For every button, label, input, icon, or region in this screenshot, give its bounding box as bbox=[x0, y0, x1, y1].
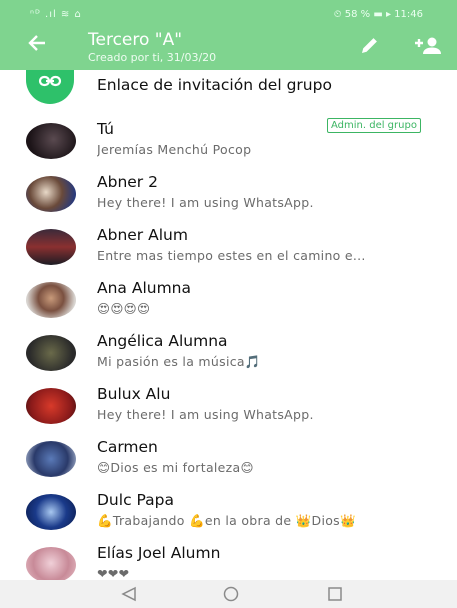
add-person-icon[interactable] bbox=[412, 34, 444, 58]
pencil-icon[interactable] bbox=[358, 34, 382, 58]
avatar bbox=[26, 494, 76, 530]
participant-row[interactable]: Elías Joel Alumn ❤❤❤ bbox=[0, 540, 457, 580]
system-navigation-bar bbox=[0, 580, 457, 608]
participant-status: Hey there! I am using WhatsApp. bbox=[97, 195, 314, 210]
participant-row[interactable]: Ana Alumna 😍😍😍😍 bbox=[0, 275, 457, 328]
avatar bbox=[26, 282, 76, 318]
app-bar: Tercero "A" Creado por ti, 31/03/20 bbox=[0, 28, 457, 70]
avatar bbox=[26, 441, 76, 477]
participant-status: Mi pasión es la música🎵 bbox=[97, 354, 261, 369]
participant-name: Elías Joel Alumn bbox=[97, 544, 221, 562]
circle-home-icon[interactable] bbox=[222, 586, 240, 602]
invite-link-row[interactable]: Enlace de invitación del grupo bbox=[0, 70, 457, 106]
participant-status: Hey there! I am using WhatsApp. bbox=[97, 407, 314, 422]
participant-row[interactable]: Abner Alum Entre mas tiempo estes en el … bbox=[0, 222, 457, 275]
participant-row[interactable]: Tú Admin. del grupo Jeremías Menchú Poco… bbox=[0, 116, 457, 169]
participant-row[interactable]: Bulux Alu Hey there! I am using WhatsApp… bbox=[0, 381, 457, 434]
participant-name: Tú bbox=[97, 120, 114, 138]
invite-link-label: Enlace de invitación del grupo bbox=[97, 76, 332, 94]
admin-badge: Admin. del grupo bbox=[327, 118, 421, 133]
participant-name: Abner 2 bbox=[97, 173, 158, 191]
triangle-back-icon[interactable] bbox=[120, 586, 138, 602]
participant-status: ❤❤❤ bbox=[97, 566, 130, 580]
avatar bbox=[26, 176, 76, 212]
avatar bbox=[26, 335, 76, 371]
participant-name: Angélica Alumna bbox=[97, 332, 228, 350]
participant-name: Abner Alum bbox=[97, 226, 188, 244]
avatar bbox=[26, 123, 76, 159]
avatar bbox=[26, 388, 76, 424]
link-icon bbox=[26, 70, 74, 104]
avatar bbox=[26, 229, 76, 265]
participant-status: 😊Dios es mi fortaleza😊 bbox=[97, 460, 254, 475]
participant-row[interactable]: Abner 2 Hey there! I am using WhatsApp. bbox=[0, 169, 457, 222]
participant-name: Ana Alumna bbox=[97, 279, 192, 297]
participant-row[interactable]: Angélica Alumna Mi pasión es la música🎵 bbox=[0, 328, 457, 381]
arrow-left-icon[interactable] bbox=[26, 32, 48, 61]
participant-status: Entre mas tiempo estes en el camino e... bbox=[97, 248, 366, 263]
participant-name: Bulux Alu bbox=[97, 385, 171, 403]
participant-status: Jeremías Menchú Pocop bbox=[97, 142, 252, 157]
participant-name: Dulc Papa bbox=[97, 491, 175, 509]
status-right: ⏲ 58 % ▬ ▸ 11:46 bbox=[333, 9, 423, 20]
avatar bbox=[26, 547, 76, 580]
group-title[interactable]: Tercero "A" bbox=[88, 30, 182, 50]
group-subtitle: Creado por ti, 31/03/20 bbox=[88, 51, 217, 64]
status-bar: ⁿᴰ .ıl ≋ ⌂ ⏲ 58 % ▬ ▸ 11:46 bbox=[0, 0, 457, 28]
participant-row[interactable]: Carmen 😊Dios es mi fortaleza😊 bbox=[0, 434, 457, 487]
participant-status: 💪Trabajando 💪en la obra de 👑Dios👑 bbox=[97, 513, 356, 528]
participant-name: Carmen bbox=[97, 438, 158, 456]
participants-list[interactable]: Enlace de invitación del grupo Tú Admin.… bbox=[0, 70, 457, 580]
participant-status: 😍😍😍😍 bbox=[97, 301, 151, 316]
status-left: ⁿᴰ .ıl ≋ ⌂ bbox=[30, 9, 82, 20]
participant-row[interactable]: Dulc Papa 💪Trabajando 💪en la obra de 👑Di… bbox=[0, 487, 457, 540]
square-recent-icon[interactable] bbox=[326, 586, 344, 602]
